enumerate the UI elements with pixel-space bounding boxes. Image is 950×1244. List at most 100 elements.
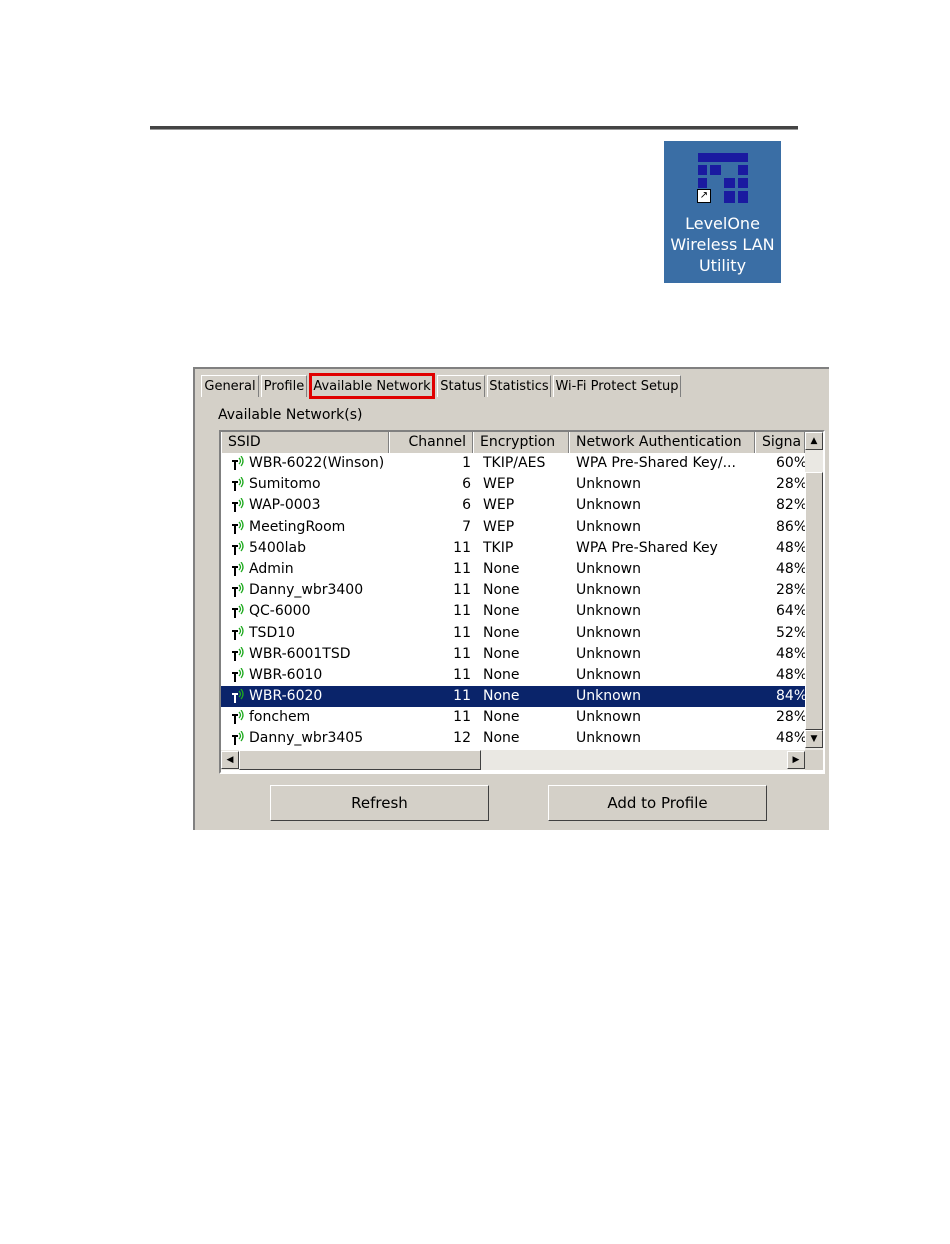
- authentication-cell: WPA Pre-Shared Key/...: [576, 455, 736, 471]
- table-row[interactable]: WBR-6010 11 None Unknown 48%: [221, 665, 806, 686]
- authentication-cell: Unknown: [576, 518, 641, 535]
- ssid-cell: 5400lab: [231, 538, 391, 559]
- channel-cell: 6: [462, 476, 471, 493]
- ssid-text: Admin: [249, 560, 294, 577]
- encryption-cell: None: [483, 709, 520, 726]
- tab-wifi-protect-setup[interactable]: Wi-Fi Protect Setup: [553, 375, 681, 397]
- encryption-cell: WEP: [483, 476, 515, 493]
- signal-cell: 28%: [776, 709, 806, 726]
- encryption-cell: None: [483, 645, 520, 662]
- encryption-cell: None: [483, 582, 520, 599]
- signal-cell: 48%: [776, 539, 806, 556]
- tab-general[interactable]: General: [201, 375, 259, 397]
- tab-strip: General Profile Available Network Status…: [201, 373, 821, 399]
- channel-cell: 7: [462, 518, 471, 535]
- ssid-text: WAP-0003: [249, 497, 321, 514]
- channel-cell: 11: [453, 709, 471, 726]
- network-list[interactable]: SSID Channel Encryption Network Authenti…: [219, 430, 825, 774]
- signal-cell: 48%: [776, 730, 806, 747]
- encryption-cell: TKIP: [483, 539, 514, 556]
- ssid-text: WBR-6010: [249, 666, 323, 683]
- levelone-utility-desktop-shortcut[interactable]: ↗ LevelOne Wireless LAN Utility: [664, 141, 781, 283]
- wireless-utility-dialog: General Profile Available Network Status…: [193, 367, 829, 830]
- ssid-cell: Admin: [231, 559, 391, 580]
- available-networks-label: Available Network(s): [218, 407, 363, 423]
- channel-cell: 11: [453, 688, 471, 705]
- encryption-cell: None: [483, 688, 520, 705]
- table-row[interactable]: WBR-6022(Winson) 1 TKIP/AES WPA Pre-Shared …: [221, 453, 806, 474]
- scroll-left-arrow-icon[interactable]: ◀: [221, 751, 239, 769]
- ssid-text: QC-6000: [249, 603, 311, 620]
- table-row[interactable]: MeetingRoom 7 WEP Unknown 86%: [221, 517, 806, 538]
- ssid-cell: WBR-6022(Winson): [231, 453, 391, 474]
- channel-cell: 12: [453, 730, 471, 747]
- table-row[interactable]: Admin 11 None Unknown 48%: [221, 559, 806, 580]
- authentication-cell: Unknown: [576, 730, 641, 747]
- ssid-text: WBR-6020: [249, 688, 323, 705]
- table-row[interactable]: WAP-0003 6 WEP Unknown 82%: [221, 495, 806, 516]
- column-encryption[interactable]: Encryption: [473, 432, 569, 453]
- authentication-cell: Unknown: [576, 497, 641, 514]
- signal-cell: 60%: [776, 455, 806, 471]
- column-ssid[interactable]: SSID: [221, 432, 389, 453]
- encryption-cell: None: [483, 560, 520, 577]
- tab-statistics[interactable]: Statistics: [487, 375, 551, 397]
- ssid-text: WBR-6001TSD: [249, 645, 351, 662]
- signal-cell: 86%: [776, 518, 806, 535]
- caption-line-1: LevelOne: [685, 214, 760, 233]
- table-row[interactable]: TSD10 11 None Unknown 52%: [221, 623, 806, 644]
- horizontal-rule: [150, 126, 798, 130]
- table-row[interactable]: 5400lab 11 TKIP WPA Pre-Shared Key 48%: [221, 538, 806, 559]
- scroll-right-arrow-icon[interactable]: ▶: [787, 751, 805, 769]
- wireless-antenna-icon: [232, 583, 244, 598]
- authentication-cell: WPA Pre-Shared Key: [576, 539, 718, 556]
- encryption-cell: None: [483, 624, 520, 641]
- channel-cell: 11: [453, 666, 471, 683]
- tab-available-network[interactable]: Available Network: [309, 373, 435, 399]
- add-to-profile-button[interactable]: Add to Profile: [548, 785, 767, 821]
- table-row[interactable]: QC-6000 11 None Unknown 64%: [221, 601, 806, 622]
- horizontal-scroll-thumb[interactable]: [239, 750, 481, 770]
- ssid-cell: TSD10: [231, 623, 391, 644]
- ssid-cell: WBR-6020: [231, 686, 391, 707]
- ssid-text: Sumitomo: [249, 476, 321, 493]
- signal-cell: 28%: [776, 476, 806, 493]
- ssid-cell: Danny_wbr3405: [231, 728, 391, 749]
- wireless-antenna-icon: [232, 519, 244, 534]
- channel-cell: 1: [462, 455, 471, 471]
- table-row[interactable]: fonchem 11 None Unknown 28%: [221, 707, 806, 728]
- authentication-cell: Unknown: [576, 582, 641, 599]
- ssid-cell: Sumitomo: [231, 474, 391, 495]
- signal-cell: 52%: [776, 624, 806, 641]
- table-row[interactable]: WBR-6020 11 None Unknown 84%: [221, 686, 806, 708]
- refresh-button[interactable]: Refresh: [270, 785, 489, 821]
- wireless-antenna-icon: [232, 604, 244, 619]
- wireless-antenna-icon: [232, 456, 244, 470]
- signal-cell: 84%: [776, 688, 806, 705]
- encryption-cell: WEP: [483, 518, 515, 535]
- column-network-authentication[interactable]: Network Authentication: [569, 432, 755, 453]
- wireless-antenna-icon: [232, 710, 244, 725]
- table-row[interactable]: WBR-6001TSD 11 None Unknown 48%: [221, 644, 806, 665]
- horizontal-scrollbar[interactable]: ◀ ▶: [221, 750, 805, 770]
- tab-status[interactable]: Status: [437, 375, 485, 397]
- scroll-down-arrow-icon[interactable]: ▼: [805, 730, 823, 748]
- authentication-cell: Unknown: [576, 645, 641, 662]
- column-channel[interactable]: Channel: [389, 432, 473, 453]
- encryption-cell: None: [483, 666, 520, 683]
- table-row[interactable]: Danny_wbr3405 12 None Unknown 48%: [221, 728, 806, 749]
- vertical-scroll-thumb[interactable]: [805, 472, 823, 730]
- caption-line-3: Utility: [698, 256, 747, 275]
- tab-profile[interactable]: Profile: [261, 375, 307, 397]
- channel-cell: 6: [462, 497, 471, 514]
- table-row[interactable]: Sumitomo 6 WEP Unknown 28%: [221, 474, 806, 495]
- channel-cell: 11: [453, 560, 471, 577]
- encryption-cell: None: [483, 603, 520, 620]
- wireless-antenna-icon: [232, 731, 244, 746]
- column-signal[interactable]: Signa: [755, 432, 805, 453]
- scroll-up-arrow-icon[interactable]: ▲: [805, 432, 823, 450]
- vertical-scrollbar[interactable]: ▲ ▼: [805, 432, 823, 750]
- signal-cell: 48%: [776, 645, 806, 662]
- authentication-cell: Unknown: [576, 476, 641, 493]
- table-row[interactable]: Danny_wbr3400 11 None Unknown 28%: [221, 580, 806, 601]
